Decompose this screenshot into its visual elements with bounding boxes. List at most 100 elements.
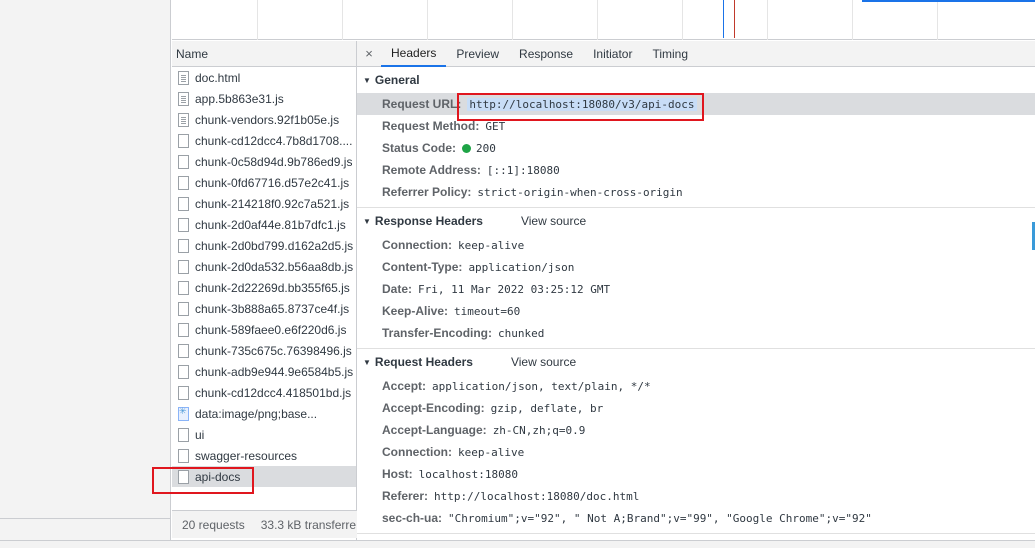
- header-key: Connection:: [382, 238, 452, 252]
- request-row[interactable]: data:image/png;base...: [172, 403, 356, 424]
- request-row[interactable]: chunk-735c675c.76398496.js: [172, 340, 356, 361]
- referrer-policy-row[interactable]: Referrer Policy: strict-origin-when-cros…: [357, 181, 1035, 203]
- request-row[interactable]: chunk-589faee0.e6f220d6.js: [172, 319, 356, 340]
- image-icon: [178, 406, 189, 421]
- request-count: 20 requests: [182, 517, 245, 532]
- triangle-down-icon: ▼: [363, 75, 371, 85]
- request-row[interactable]: api-docs: [172, 466, 356, 487]
- header-row[interactable]: Referer: http://localhost:18080/doc.html: [357, 485, 1035, 507]
- header-key: Accept-Language:: [382, 423, 487, 437]
- header-value: application/json: [468, 260, 575, 274]
- header-key: Referer:: [382, 489, 429, 503]
- request-row[interactable]: chunk-2d22269d.bb355f65.js: [172, 277, 356, 298]
- request-url-row[interactable]: Request URL: http://localhost:18080/v3/a…: [357, 93, 1035, 115]
- request-name: chunk-2d22269d.bb355f65.js: [195, 280, 350, 295]
- request-method-row[interactable]: Request Method: GET: [357, 115, 1035, 137]
- header-row[interactable]: Accept-Encoding: gzip, deflate, br: [357, 397, 1035, 419]
- header-row[interactable]: Date: Fri, 11 Mar 2022 03:25:12 GMT: [357, 278, 1035, 300]
- request-row[interactable]: chunk-cd12dcc4.418501bd.js: [172, 382, 356, 403]
- header-value: keep-alive: [458, 238, 525, 252]
- section-title: Request Headers: [374, 355, 473, 369]
- name-column-header[interactable]: Name: [172, 41, 356, 67]
- tab-timing[interactable]: Timing: [642, 41, 698, 67]
- request-name: chunk-cd12dcc4.418501bd.js: [195, 385, 352, 400]
- header-key: Accept:: [382, 379, 427, 393]
- timeline-gridline: [427, 0, 428, 40]
- file-icon: [178, 259, 189, 274]
- status-code-row[interactable]: Status Code: 200: [357, 137, 1035, 159]
- request-name: app.5b863e31.js: [195, 91, 284, 106]
- header-value: gzip, deflate, br: [490, 401, 604, 415]
- header-row[interactable]: Accept-Language: zh-CN,zh;q=0.9: [357, 419, 1035, 441]
- file-icon: [178, 196, 189, 211]
- response-headers-section-header[interactable]: ▼ Response Headers View source: [357, 208, 1035, 234]
- triangle-down-icon: ▼: [363, 357, 371, 367]
- header-row[interactable]: Content-Type: application/json: [357, 256, 1035, 278]
- request-name: chunk-735c675c.76398496.js: [195, 343, 352, 358]
- request-name: api-docs: [195, 469, 241, 484]
- request-row[interactable]: chunk-214218f0.92c7a521.js: [172, 193, 356, 214]
- load-event-marker: [734, 0, 735, 38]
- response-header-rows: Connection: keep-alive Content-Type: applic…: [357, 234, 1035, 344]
- tab-preview[interactable]: Preview: [446, 41, 509, 67]
- request-row[interactable]: chunk-adb9e944.9e6584b5.js: [172, 361, 356, 382]
- network-overview-timeline[interactable]: [172, 0, 1035, 40]
- file-icon: [178, 343, 189, 358]
- response-headers-section: ▼ Response Headers View source Connectio…: [357, 208, 1035, 349]
- header-row[interactable]: Connection: keep-alive: [357, 441, 1035, 463]
- timeline-gridline: [342, 0, 343, 40]
- request-row[interactable]: chunk-vendors.92f1b05e.js: [172, 109, 356, 130]
- file-icon: [178, 301, 189, 316]
- general-section-header[interactable]: ▼ General: [357, 67, 1035, 93]
- request-row[interactable]: chunk-3b888a65.8737ce4f.js: [172, 298, 356, 319]
- request-name: chunk-3b888a65.8737ce4f.js: [195, 301, 350, 316]
- close-icon[interactable]: ×: [357, 46, 381, 61]
- header-value: localhost:18080: [418, 467, 519, 481]
- remote-address-row[interactable]: Remote Address: [::1]:18080: [357, 159, 1035, 181]
- request-url-value[interactable]: http://localhost:18080/v3/api-docs: [467, 97, 697, 111]
- header-value: strict-origin-when-cross-origin: [477, 185, 683, 199]
- request-row[interactable]: chunk-2d0af44e.81b7dfc1.js: [172, 214, 356, 235]
- request-detail-pane: × Headers Preview Response Initiator Tim…: [357, 41, 1035, 548]
- request-row[interactable]: chunk-0fd67716.d57e2c41.js: [172, 172, 356, 193]
- header-row[interactable]: Host: localhost:18080: [357, 463, 1035, 485]
- section-title: General: [374, 73, 420, 87]
- header-key: Content-Type:: [382, 260, 463, 274]
- timeline-gridline: [512, 0, 513, 40]
- file-icon: [178, 322, 189, 337]
- request-row[interactable]: chunk-2d0da532.b56aa8db.js: [172, 256, 356, 277]
- file-icon: [178, 427, 189, 442]
- request-row[interactable]: chunk-0c58d94d.9b786ed9.js: [172, 151, 356, 172]
- header-row[interactable]: Accept: application/json, text/plain, */*: [357, 375, 1035, 397]
- request-row[interactable]: swagger-resources: [172, 445, 356, 466]
- request-headers-section-header[interactable]: ▼ Request Headers View source: [357, 349, 1035, 375]
- request-row[interactable]: ui: [172, 424, 356, 445]
- request-row[interactable]: chunk-2d0bd799.d162a2d5.js: [172, 235, 356, 256]
- file-icon: [178, 280, 189, 295]
- header-row[interactable]: Connection: keep-alive: [357, 234, 1035, 256]
- header-key: Host:: [382, 467, 413, 481]
- view-source-link[interactable]: View source: [511, 355, 576, 369]
- header-row[interactable]: Keep-Alive: timeout=60: [357, 300, 1035, 322]
- request-name: chunk-0fd67716.d57e2c41.js: [195, 175, 350, 190]
- header-value: application/json, text/plain, */*: [432, 379, 651, 393]
- timeline-gridline: [257, 0, 258, 40]
- request-row[interactable]: app.5b863e31.js: [172, 88, 356, 109]
- request-row[interactable]: chunk-cd12dcc4.7b8d1708....: [172, 130, 356, 151]
- request-name: chunk-0c58d94d.9b786ed9.js: [195, 154, 353, 169]
- file-icon: [178, 217, 189, 232]
- view-source-link[interactable]: View source: [521, 214, 586, 228]
- header-key: Keep-Alive:: [382, 304, 449, 318]
- request-name: chunk-cd12dcc4.7b8d1708....: [195, 133, 353, 148]
- file-icon: [178, 469, 189, 484]
- status-ok-icon: [462, 143, 472, 153]
- header-value: timeout=60: [454, 304, 521, 318]
- header-row[interactable]: sec-ch-ua: "Chromium";v="92", " Not A;Bra…: [357, 507, 1035, 529]
- tab-initiator[interactable]: Initiator: [583, 41, 642, 67]
- tab-response[interactable]: Response: [509, 41, 583, 67]
- file-icon: [178, 133, 189, 148]
- tab-headers[interactable]: Headers: [381, 41, 447, 67]
- header-key: sec-ch-ua:: [382, 511, 443, 525]
- header-row[interactable]: Transfer-Encoding: chunked: [357, 322, 1035, 344]
- request-row[interactable]: doc.html: [172, 67, 356, 88]
